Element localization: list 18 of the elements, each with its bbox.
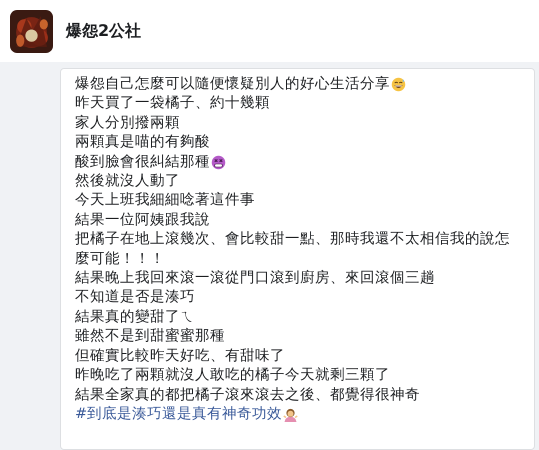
post-text-line: 但確實比較昨天好吃、有甜味了: [75, 346, 285, 366]
post-text-line: 今天上班我細細唸著這件事: [75, 191, 255, 210]
post-text-line: 昨天買了一袋橘子、約十幾顆: [75, 94, 270, 114]
post-text-line: 家人分別撥兩顆: [75, 114, 180, 133]
post-text-line: 結果全家真的都把橘子滾來滾去之後、都覺得很神奇: [75, 386, 420, 404]
post-text-line: 爆怨自己怎麼可以隨便懷疑別人的好心生活分享: [75, 75, 390, 94]
hashtag-link[interactable]: #到底是湊巧還是真有神奇功效: [75, 404, 282, 424]
post-text-line: 不知道是否是湊巧: [75, 288, 195, 308]
post-text-line: 雖然不是到甜蜜蜜那種: [75, 327, 225, 346]
post-text-line: 把橘子在地上滾幾次、會比較甜一點、那時我還不太相信我的說怎麼可能！！！: [75, 230, 511, 269]
post-text-line: 兩顆真是喵的有夠酸: [75, 133, 210, 152]
post-text-line: 結果一位阿姨跟我說: [75, 210, 210, 230]
post-text-line: 酸到臉會很糾結那種: [75, 152, 210, 172]
post-text-line: 然後就沒人動了: [75, 172, 180, 192]
post-text-line: 結果真的變甜了ㄟ: [75, 308, 195, 327]
post-text-line: 結果晚上我回來滾一滾從門口滾到廚房、來回滾個三趟: [75, 269, 435, 288]
page-name[interactable]: 爆怨2公社: [66, 20, 142, 42]
post-text-line: 昨晚吃了兩顆就沒人敢吃的橘子今天就剩三顆了: [75, 366, 390, 386]
